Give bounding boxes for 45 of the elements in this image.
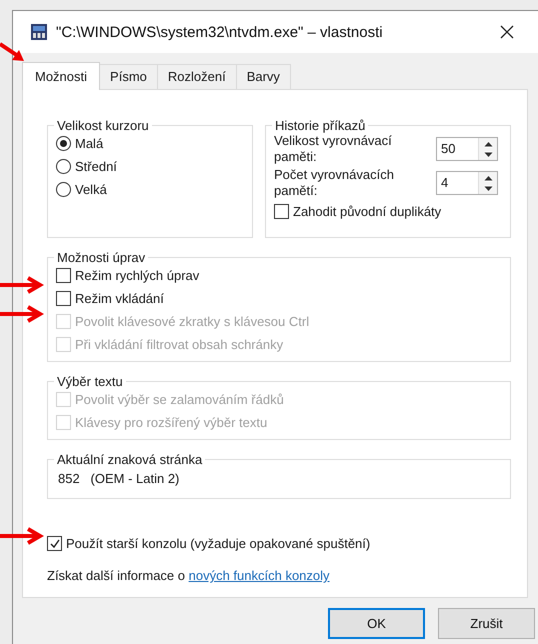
tab[interactable]: Barvy <box>236 64 291 89</box>
checkbox-label: Zahodit původní duplikáty <box>293 204 442 219</box>
up-arrow-icon[interactable] <box>484 140 492 146</box>
radio-label: Velká <box>75 182 107 197</box>
checkbox-label: Režim vkládání <box>75 291 164 306</box>
down-arrow-icon[interactable] <box>484 152 492 158</box>
arrow-icon <box>0 527 44 545</box>
checkbox-label: Režim rychlých úprav <box>75 268 200 283</box>
arrow-icon <box>0 42 26 64</box>
checkbox[interactable] <box>56 268 71 283</box>
checkbox[interactable] <box>274 204 289 219</box>
close-icon[interactable] <box>500 25 514 39</box>
number-spinner[interactable]: 4 <box>436 171 498 195</box>
group-title: Možnosti úprav <box>56 250 146 265</box>
down-arrow-icon[interactable] <box>484 186 492 192</box>
checkbox-label: Použít starší konzolu (vyžaduje opakované spuštění) <box>66 536 370 551</box>
checkbox-label: Povolit klávesové zkratky s klávesou Ctrl <box>75 314 310 329</box>
radio-button[interactable] <box>56 136 71 151</box>
dialog-button[interactable]: Zrušit <box>438 608 535 639</box>
app-icon <box>30 23 48 41</box>
link[interactable]: nových funkcích konzoly <box>188 568 330 583</box>
checkbox-label: Při vkládání filtrovat obsah schránky <box>75 337 284 352</box>
window-title: "C:\WINDOWS\system32\ntvdm.exe" – vlastnosti <box>56 24 383 40</box>
radio-button[interactable] <box>56 159 71 174</box>
checkbox[interactable] <box>47 536 62 551</box>
arrow-icon <box>0 305 44 323</box>
group-title: Výběr textu <box>56 374 124 389</box>
radio-button[interactable] <box>56 182 71 197</box>
group-title: Historie příkazů <box>274 118 366 133</box>
field-label: Počet vyrovnávacích pamětí: <box>274 167 395 199</box>
radio-label: Střední <box>75 159 117 174</box>
up-arrow-icon[interactable] <box>484 174 492 180</box>
tab[interactable]: Možnosti <box>22 62 100 90</box>
radio-label: Malá <box>75 136 104 151</box>
field-label: Velikost vyrovnávací paměti: <box>274 133 393 165</box>
dialog-button[interactable]: OK <box>328 608 425 639</box>
info-text: Získat další informace o nových funkcích konzoly <box>47 568 331 583</box>
arrow-icon <box>0 276 44 294</box>
checkbox[interactable] <box>56 291 71 306</box>
code-page-value: 852 (OEM - Latin 2) <box>57 470 180 488</box>
group-title: Velikost kurzoru <box>56 118 150 133</box>
checkbox-label: Klávesy pro rozšířený výběr textu <box>75 415 268 430</box>
checkbox-label: Povolit výběr se zalamováním řádků <box>75 392 284 407</box>
group-title: Aktuální znaková stránka <box>56 452 204 467</box>
number-spinner[interactable]: 50 <box>436 137 498 161</box>
